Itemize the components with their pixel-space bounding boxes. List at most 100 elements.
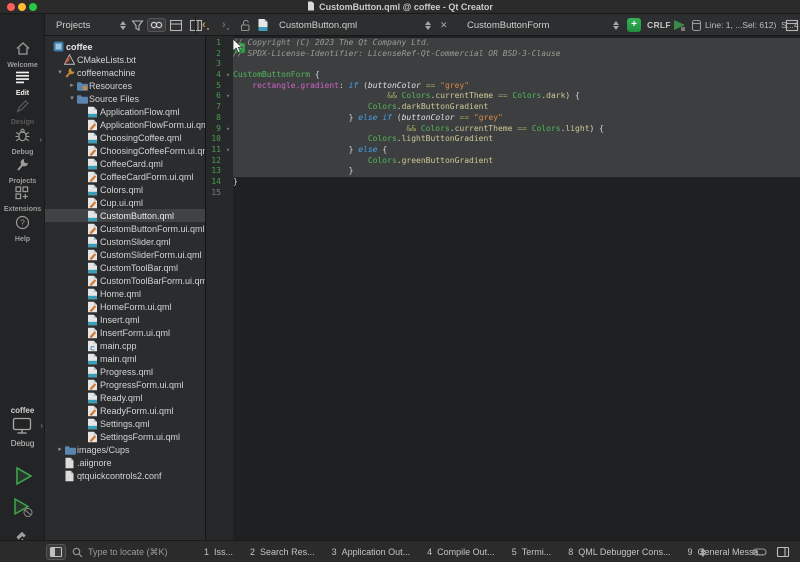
symbol-selector[interactable]: CustomButtonForm — [467, 14, 549, 36]
mode-item-edit[interactable]: Edit — [0, 69, 45, 98]
mode-item-help[interactable]: ?Help — [0, 214, 45, 243]
output-pane-button[interactable]: 8QML Debugger Cons... — [568, 547, 670, 557]
tree-row[interactable]: Cup.ui.qml — [45, 196, 205, 209]
code-line[interactable]: 15 — [206, 188, 800, 199]
nav-forward-button[interactable]: › — [222, 14, 229, 36]
output-pane-manager-arrows[interactable] — [700, 541, 706, 562]
code-line[interactable]: 9▾ && Colors.currentTheme == Colors.ligh… — [206, 124, 800, 135]
code-line[interactable]: 7 Colors.darkButtonGradient — [206, 102, 800, 113]
tree-row[interactable]: ApplicationFlow.qml — [45, 105, 205, 118]
tree-row[interactable]: Home.qml — [45, 287, 205, 300]
locator-field[interactable]: Type to locate (⌘K) — [72, 541, 168, 562]
tree-row[interactable]: ▸Resources — [45, 79, 205, 92]
tree-row[interactable]: ApplicationFlowForm.ui.qml — [45, 118, 205, 131]
tree-row[interactable]: Settings.qml — [45, 417, 205, 430]
code-line[interactable]: 13 } — [206, 166, 800, 177]
tree-row[interactable]: Cmain.cpp — [45, 339, 205, 352]
chevron-down-icon[interactable]: ▾ — [56, 66, 64, 79]
qml-preview-button[interactable] — [672, 14, 687, 36]
tree-row[interactable]: coffee — [45, 40, 205, 53]
toggle-left-sidebar-button[interactable] — [46, 541, 66, 562]
toggle-right-sidebar-button[interactable] — [776, 541, 790, 562]
output-pane-button[interactable]: 3Application Out... — [332, 547, 411, 557]
tree-row[interactable]: Colors.qml — [45, 183, 205, 196]
close-document-button[interactable]: ✕ — [440, 14, 448, 36]
fold-marker-icon[interactable]: ▾ — [223, 145, 233, 156]
qt-green-badge-button[interactable]: + — [627, 14, 641, 36]
code-line[interactable]: 12 Colors.greenButtonGradient — [206, 156, 800, 167]
tree-row[interactable]: ChoosingCoffee.qml — [45, 131, 205, 144]
code-line[interactable]: 6▾ && Colors.currentTheme == Colors.dark… — [206, 91, 800, 102]
tree-row[interactable]: HomeForm.ui.qml — [45, 300, 205, 313]
code-line[interactable]: 10 Colors.lightButtonGradient — [206, 134, 800, 145]
mode-item-projects[interactable]: Projects — [0, 156, 45, 185]
tree-row[interactable]: Progress.qml — [45, 365, 205, 378]
chevron-down-icon[interactable]: ▾ — [68, 92, 76, 105]
code-line[interactable]: 3 — [206, 59, 800, 70]
tree-row[interactable]: CMakeLists.txt — [45, 53, 205, 66]
output-pane-button[interactable]: 5Termi... — [512, 547, 552, 557]
output-pane-button[interactable]: 4Compile Out... — [427, 547, 495, 557]
tree-row[interactable]: CoffeeCard.qml — [45, 157, 205, 170]
sync-with-editor-button[interactable] — [147, 14, 166, 36]
tree-row[interactable]: Insert.qml — [45, 313, 205, 326]
mode-item-extensions[interactable]: Extensions — [0, 185, 45, 214]
fold-marker-icon[interactable]: ▾ — [223, 124, 233, 135]
code-line[interactable]: 2// SPDX-License-Identifier: LicenseRef-… — [206, 49, 800, 60]
code-line[interactable]: 4▾CustomButtonForm { — [206, 70, 800, 81]
document-history-button[interactable] — [691, 14, 702, 36]
code-editor[interactable]: 1// Copyright (C) 2023 The Qt Company Lt… — [206, 36, 800, 540]
nav-back-button[interactable]: ‹ — [202, 14, 209, 36]
fold-marker-icon[interactable]: ▾ — [223, 70, 233, 81]
tree-row[interactable]: .aiignore — [45, 456, 205, 469]
code-line[interactable]: 14} — [206, 177, 800, 188]
code-line[interactable]: 8 } else if (buttonColor == "grey" — [206, 113, 800, 124]
output-pane-button[interactable]: 1Iss... — [204, 547, 233, 557]
code-line[interactable]: 5 rectangle.gradient: if (buttonColor ==… — [206, 81, 800, 92]
tree-row[interactable]: CustomButtonForm.ui.qml — [45, 222, 205, 235]
filter-tree-button[interactable] — [131, 14, 144, 36]
fold-marker-icon[interactable]: ▾ — [223, 91, 233, 102]
tree-row[interactable]: ChoosingCoffeeForm.ui.qml — [45, 144, 205, 157]
navigation-pane-selector[interactable]: Projects — [56, 14, 90, 36]
navigation-pane-label: Projects — [56, 20, 90, 31]
tree-row[interactable]: Ready.qml — [45, 391, 205, 404]
open-document-tab[interactable]: CustomButton.qml — [279, 14, 357, 36]
tree-row[interactable]: CustomToolBarForm.ui.qml — [45, 274, 205, 287]
tree-row[interactable]: CustomToolBar.qml — [45, 261, 205, 274]
code-text: Colors.greenButtonGradient — [233, 156, 800, 167]
tree-row[interactable]: ▾Source Files — [45, 92, 205, 105]
tree-row[interactable]: ReadyForm.ui.qml — [45, 404, 205, 417]
debug-run-button[interactable] — [0, 492, 45, 524]
tree-row[interactable]: SettingsForm.ui.qml — [45, 430, 205, 443]
tree-row[interactable]: CustomSliderForm.ui.qml — [45, 248, 205, 261]
tree-row[interactable]: ▾coffeemachine — [45, 66, 205, 79]
run-button[interactable] — [0, 460, 45, 492]
output-pane-button[interactable]: 2Search Res... — [250, 547, 315, 557]
tree-row[interactable]: InsertForm.ui.qml — [45, 326, 205, 339]
split-editor-button[interactable] — [785, 14, 799, 36]
split-pane-button[interactable] — [169, 14, 183, 36]
chevron-right-icon[interactable]: ▸ — [56, 443, 64, 456]
tree-row[interactable]: CustomButton.qml — [45, 209, 205, 222]
mode-item-design[interactable]: Design — [0, 98, 45, 127]
symbol-selector-arrows[interactable] — [613, 14, 619, 36]
navigation-pane-selector-arrows[interactable] — [120, 14, 126, 36]
mode-item-welcome[interactable]: Welcome — [0, 40, 45, 69]
tree-row[interactable]: ▸images/Cups — [45, 443, 205, 456]
open-document-selector-arrows[interactable] — [425, 14, 431, 36]
chevron-right-icon[interactable]: ▸ — [68, 79, 76, 92]
tree-row[interactable]: qtquickcontrols2.conf — [45, 469, 205, 482]
line-ending-selector[interactable]: CRLF — [647, 14, 671, 36]
toggle-progress-details-button[interactable] — [752, 541, 768, 562]
mode-item-debug[interactable]: Debug› — [0, 127, 45, 156]
code-line[interactable]: 11▾ } else { — [206, 145, 800, 156]
kit-selector[interactable]: › — [0, 417, 45, 437]
close-navigation-pane-button[interactable] — [189, 14, 203, 36]
file-lock-button[interactable] — [239, 14, 252, 36]
tree-row[interactable]: ProgressForm.ui.qml — [45, 378, 205, 391]
code-line[interactable]: 1// Copyright (C) 2023 The Qt Company Lt… — [206, 38, 800, 49]
tree-row[interactable]: CoffeeCardForm.ui.qml — [45, 170, 205, 183]
tree-row[interactable]: main.qml — [45, 352, 205, 365]
tree-row[interactable]: CustomSlider.qml — [45, 235, 205, 248]
